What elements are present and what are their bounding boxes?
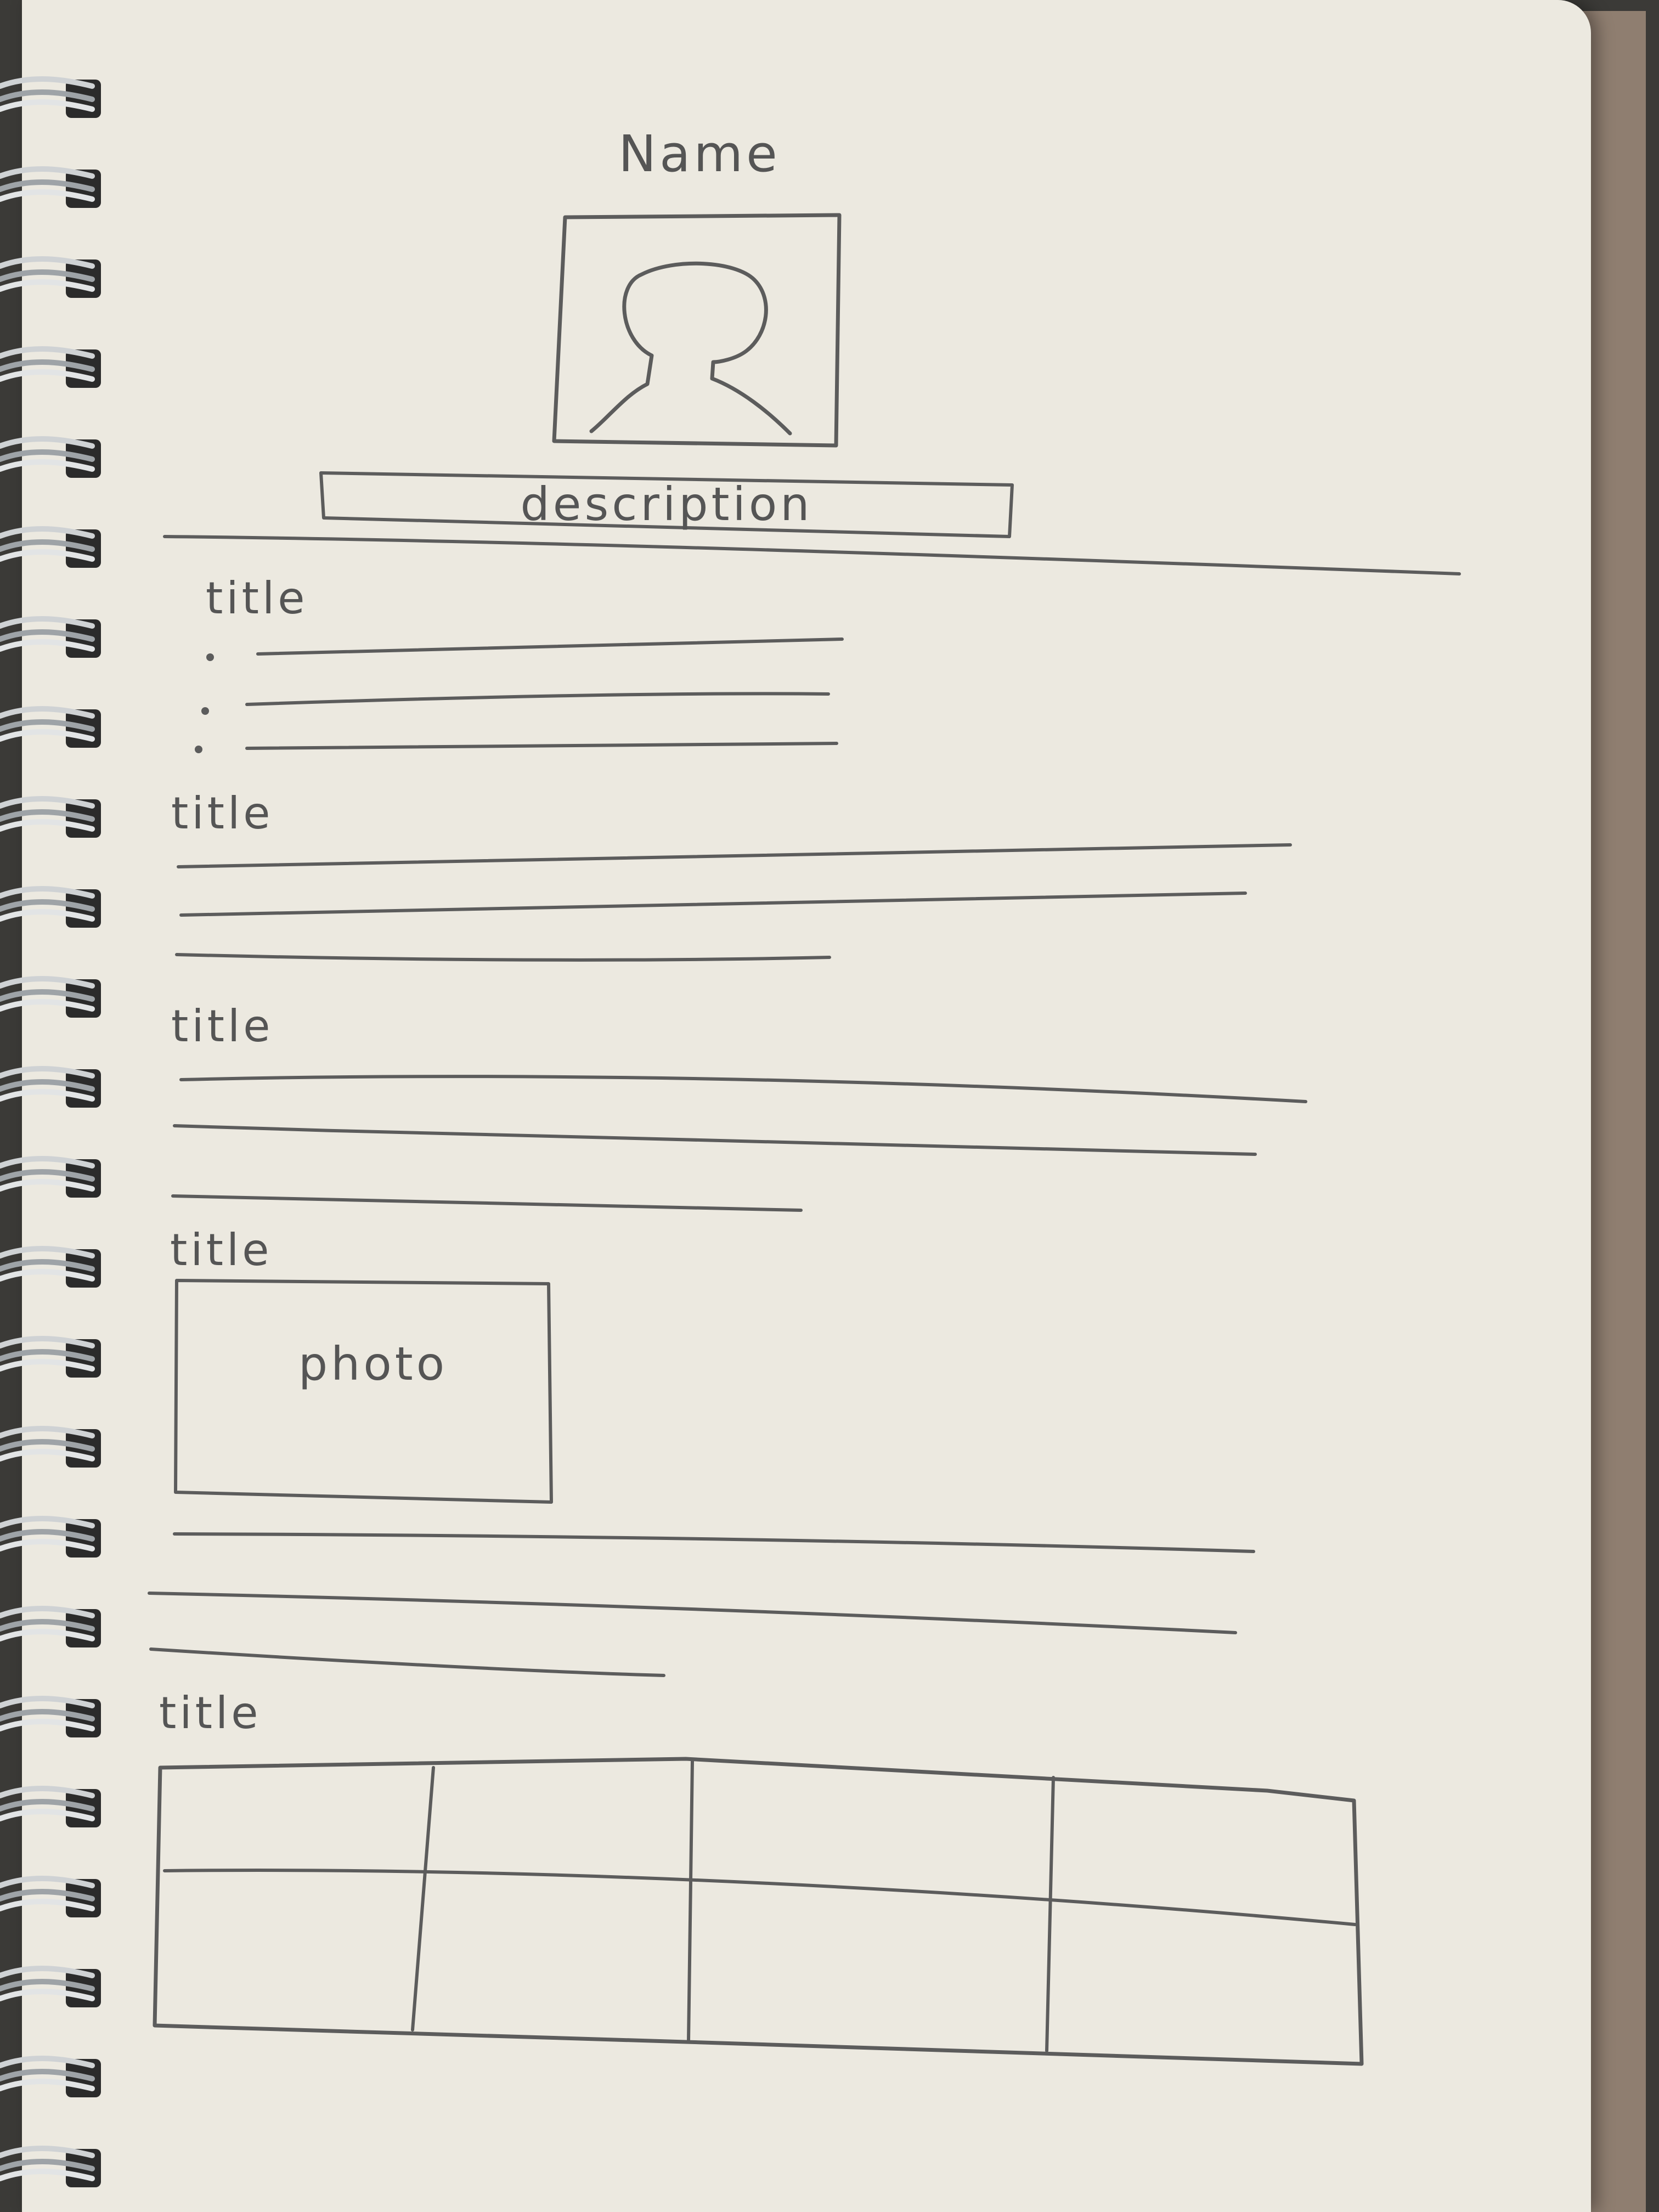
section-photo: title photo xyxy=(148,1224,1255,1677)
text-line xyxy=(148,1592,1237,1634)
table-column-divider xyxy=(687,1759,694,2042)
section-title: title xyxy=(171,788,273,839)
text-line xyxy=(256,637,844,656)
description-bar: description xyxy=(319,471,1014,538)
text-line xyxy=(245,742,838,750)
text-line xyxy=(149,1647,665,1677)
data-table xyxy=(153,1757,1364,2066)
section-bullets: title xyxy=(195,573,844,753)
profile-name: Name xyxy=(618,125,780,183)
section-title: title xyxy=(206,573,308,624)
section-table: title xyxy=(153,1688,1364,2066)
text-line xyxy=(173,1124,1257,1156)
text-line xyxy=(245,692,830,706)
photo-label: photo xyxy=(298,1337,448,1391)
section-title: title xyxy=(171,1001,273,1052)
table-row-divider xyxy=(163,1869,1357,1926)
bullet-dot xyxy=(195,746,202,753)
avatar-placeholder xyxy=(552,213,842,448)
photo-placeholder: photo xyxy=(174,1279,553,1504)
wireframe-sketch: Name description title title title title… xyxy=(148,125,1461,2066)
bullet-dot xyxy=(206,653,214,661)
table-column-divider xyxy=(1045,1776,1055,2052)
person-silhouette-icon xyxy=(589,261,792,436)
section-paragraph: title xyxy=(171,1001,1307,1212)
text-line xyxy=(179,1075,1307,1103)
text-line xyxy=(173,1532,1255,1553)
section-paragraph: title xyxy=(171,788,1292,962)
table-column-divider xyxy=(411,1766,435,2032)
text-line xyxy=(175,953,831,962)
section-title: title xyxy=(159,1688,261,1739)
text-line xyxy=(171,1194,803,1212)
section-title: title xyxy=(170,1224,272,1276)
profile-description: description xyxy=(520,477,812,531)
header-divider xyxy=(163,535,1461,575)
text-line xyxy=(177,843,1292,868)
bullet-dot xyxy=(201,707,209,715)
text-line xyxy=(179,891,1247,917)
